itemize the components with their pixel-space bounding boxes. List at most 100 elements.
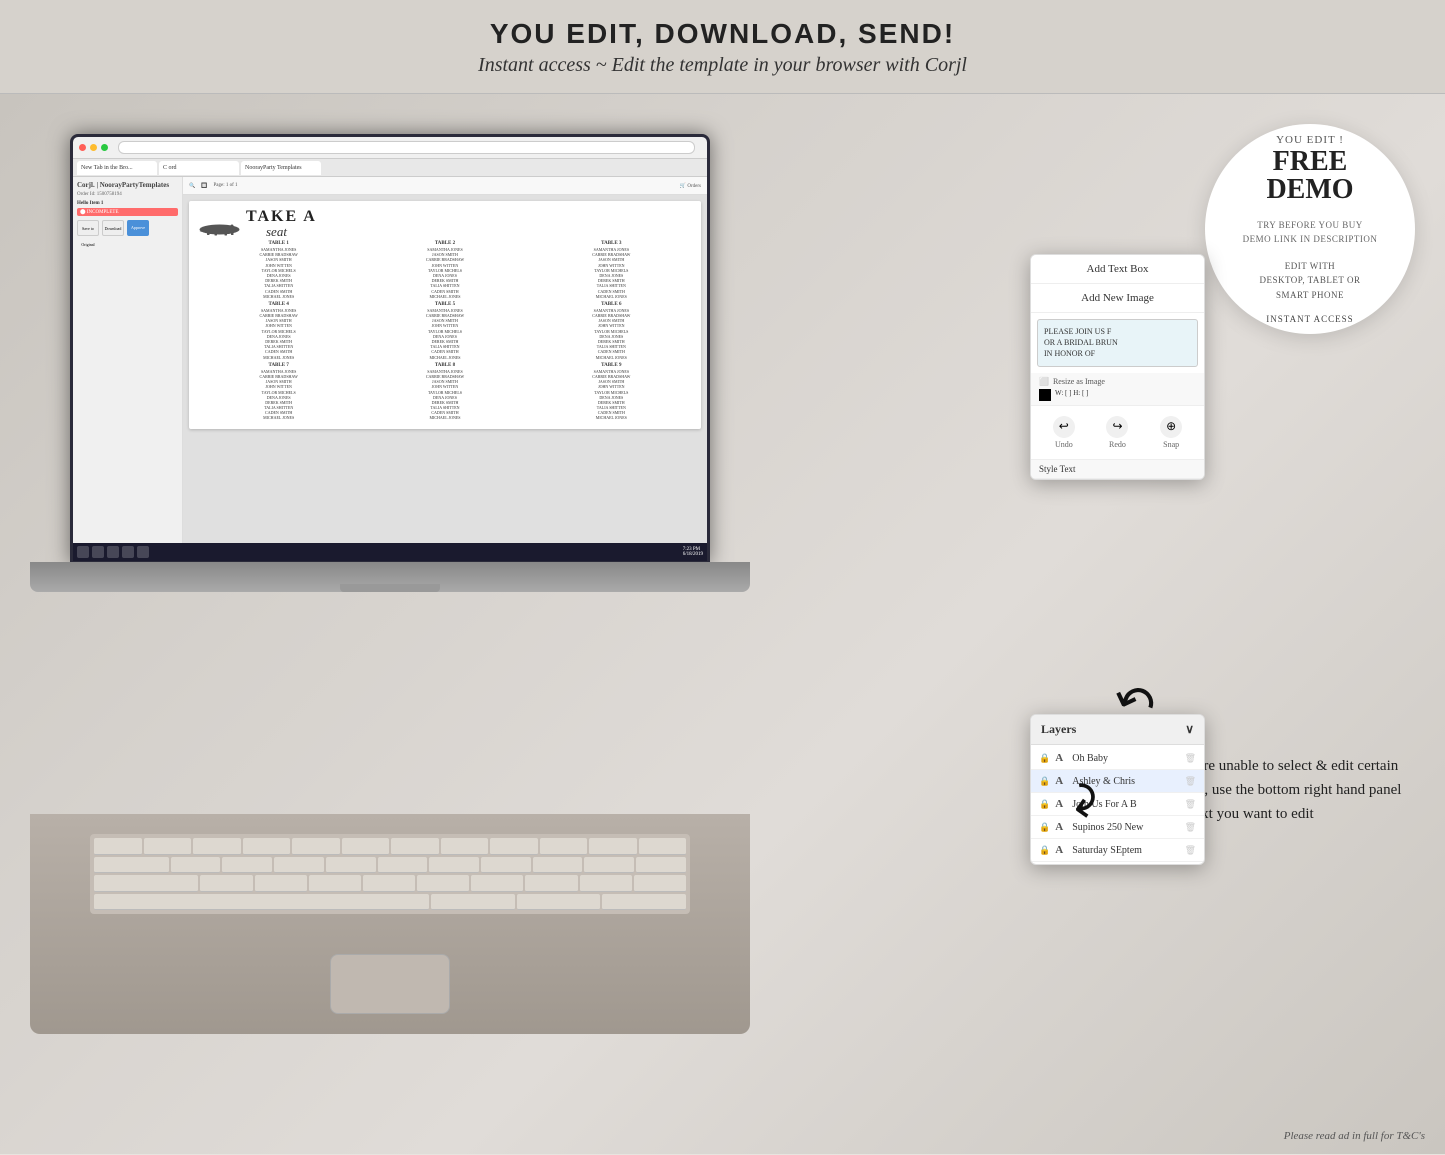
layers-title: Layers — [1041, 722, 1076, 737]
table-block-5: TABLE 5 SAMANTHA JONESCARRIE BRADSHAWJAS… — [363, 302, 526, 360]
download-btn[interactable]: Download — [102, 220, 124, 236]
key — [441, 838, 489, 855]
browser-content: Corjl. | NoorayPartyTemplates Order Id: … — [73, 177, 707, 561]
browser-tab-2: C ord — [159, 161, 239, 175]
table-2-guests: SAMANTHA JONESJASON SMITHCARRIE BRADSHAW… — [363, 247, 526, 299]
main-content: New Tab in the Bro... C ord NoorayParty … — [0, 94, 1445, 1154]
table-1-guests: SAMANTHA JONESCARRIE BRADSHAWJASON SMITH… — [197, 247, 360, 299]
lock-icon: 🔒 — [1039, 776, 1050, 787]
layer-type-A: A — [1055, 844, 1067, 856]
mobile-edit-controls: ↩ Undo ↪ Redo ⊕ Snap — [1031, 406, 1204, 459]
taskbar-app-4 — [137, 546, 149, 558]
toolbar-page: Page: 1 of 1 — [213, 183, 237, 188]
key — [589, 838, 637, 855]
key — [243, 838, 291, 855]
key — [525, 875, 577, 892]
trackpad[interactable] — [330, 954, 450, 1014]
order-id: Order Id: 1500758194 — [77, 192, 178, 197]
layer-item-oh-baby[interactable]: 🔒 A Oh Baby 🗑 — [1031, 747, 1204, 770]
toolbar-orders: 🛒 Orders — [680, 183, 701, 189]
table-block-9: TABLE 9 SAMANTHA JONESCARRIE BRADSHAWJAS… — [530, 363, 693, 421]
demo-label: DEMO — [1266, 176, 1353, 204]
dimension-inputs: W: [ ] H: [ ] — [1039, 389, 1196, 401]
key — [274, 857, 324, 874]
browser-tab-3: NoorayParty Templates — [241, 161, 321, 175]
tables-grid: TABLE 1 SAMANTHA JONESCARRIE BRADSHAWJAS… — [197, 241, 693, 421]
layer-type-A: A — [1055, 752, 1067, 764]
minimize-dot — [90, 144, 97, 151]
snap-button[interactable]: ⊕ Snap — [1160, 416, 1182, 449]
table-block-8: TABLE 8 SAMANTHA JONESCARRIE BRADSHAWJAS… — [363, 363, 526, 421]
laptop-base — [30, 562, 750, 592]
key — [255, 875, 307, 892]
delete-icon: 🗑 — [1185, 822, 1196, 833]
style-text-label: Style Text — [1031, 459, 1204, 479]
undo-redo-row: ↩ Undo ↪ Redo ⊕ Snap — [1037, 412, 1198, 453]
take-a-seat-title: TAKE A seat — [246, 209, 317, 238]
key — [431, 894, 515, 911]
redo-button[interactable]: ↪ Redo — [1106, 416, 1128, 449]
key — [94, 857, 169, 874]
key — [309, 875, 361, 892]
key — [417, 875, 469, 892]
key-row-2 — [94, 857, 686, 874]
terms-text: Please read ad in full for T&C's — [1284, 1130, 1425, 1142]
snap-icon: ⊕ — [1160, 416, 1182, 438]
taskbar: 7:23 PM6/18/2019 — [73, 543, 707, 561]
save-original-btn[interactable]: Save to Original — [77, 220, 99, 236]
sidebar-actions: Save to Original Download Approve — [77, 220, 178, 236]
lock-icon: 🔒 — [1039, 845, 1050, 856]
incomplete-badge: ⬤ INCOMPLETE — [77, 208, 178, 216]
laptop: New Tab in the Bro... C ord NoorayParty … — [30, 134, 750, 1034]
table-2-title: TABLE 2 — [363, 241, 526, 246]
key — [193, 838, 241, 855]
browser-tab-1: New Tab in the Bro... — [77, 161, 157, 175]
undo-icon: ↩ — [1053, 416, 1075, 438]
chart-header: TAKE A seat — [197, 209, 693, 238]
add-text-box-button[interactable]: Add Text Box — [1031, 255, 1204, 284]
take-a-label: TAKE A — [246, 209, 317, 225]
table-4-guests: SAMANTHA JONESCARRIE BRADSHAWJASON SMITH… — [197, 308, 360, 360]
layer-name-supinos: Supinos 250 New — [1072, 822, 1179, 833]
table-block-1: TABLE 1 SAMANTHA JONESCARRIE BRADSHAWJAS… — [197, 241, 360, 299]
approve-btn[interactable]: Approve — [127, 220, 149, 236]
undo-button[interactable]: ↩ Undo — [1053, 416, 1075, 449]
table-7-title: TABLE 7 — [197, 363, 360, 368]
snap-label: Snap — [1163, 440, 1179, 449]
resize-icon: ⬜ — [1039, 377, 1049, 386]
key — [144, 838, 192, 855]
taskbar-app-2 — [107, 546, 119, 558]
maximize-dot — [101, 144, 108, 151]
color-swatch[interactable] — [1039, 389, 1051, 401]
table-block-3: TABLE 3 SAMANTHA JONESCARRIE BRADSHAWJAS… — [530, 241, 693, 299]
table-1-title: TABLE 1 — [197, 241, 360, 246]
add-new-image-button[interactable]: Add New Image — [1031, 284, 1204, 313]
key — [580, 875, 632, 892]
keyboard-area — [30, 814, 750, 1034]
you-edit-label: YOU EDIT ! — [1276, 134, 1344, 146]
redo-label: Redo — [1109, 440, 1126, 449]
key — [363, 875, 415, 892]
key — [171, 857, 221, 874]
undo-label: Undo — [1055, 440, 1073, 449]
table-9-title: TABLE 9 — [530, 363, 693, 368]
browser-bar — [73, 137, 707, 159]
layer-item-saturday[interactable]: 🔒 A Saturday SEptem 🗑 — [1031, 839, 1204, 862]
laptop-screen: New Tab in the Bro... C ord NoorayParty … — [70, 134, 710, 564]
text-preview-box: PLEASE JOIN US FOR A BRIDAL BRUNIN HONOR… — [1037, 319, 1198, 367]
free-label: FREE — [1273, 148, 1348, 176]
key — [636, 857, 686, 874]
close-dot — [79, 144, 86, 151]
delete-icon: 🗑 — [1185, 776, 1196, 787]
table-8-title: TABLE 8 — [363, 363, 526, 368]
table-block-7: TABLE 7 SAMANTHA JONESCARRIE BRADSHAWJAS… — [197, 363, 360, 421]
layer-name-oh-baby: Oh Baby — [1072, 753, 1179, 764]
table-block-2: TABLE 2 SAMANTHA JONESJASON SMITHCARRIE … — [363, 241, 526, 299]
key — [200, 875, 252, 892]
table-5-title: TABLE 5 — [363, 302, 526, 307]
key — [490, 838, 538, 855]
key — [391, 838, 439, 855]
layer-name-saturday: Saturday SEptem — [1072, 845, 1179, 856]
table-8-guests: SAMANTHA JONESCARRIE BRADSHAWJASON SMITH… — [363, 369, 526, 421]
key — [540, 838, 588, 855]
